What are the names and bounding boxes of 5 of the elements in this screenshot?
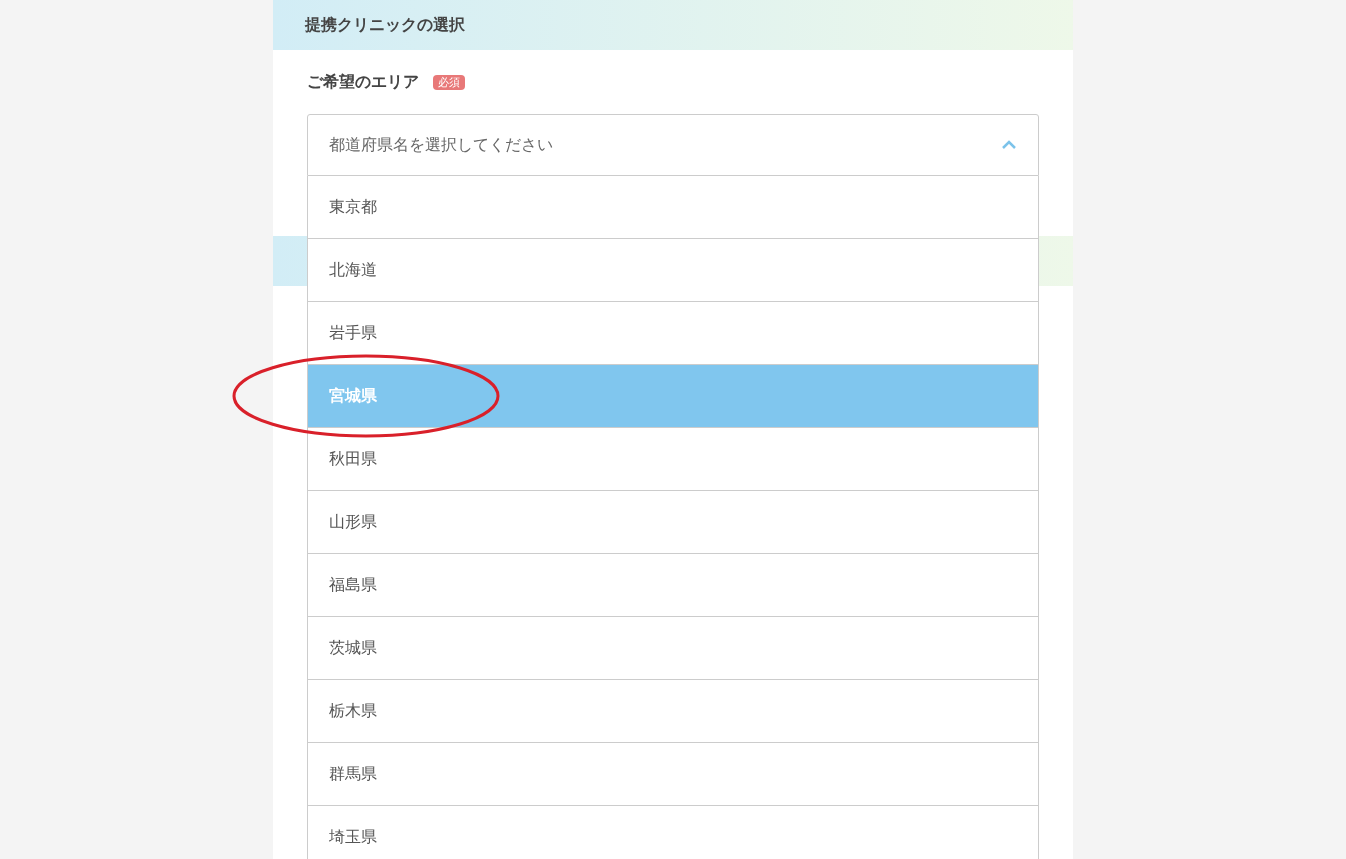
chevron-icon — [1001, 140, 1017, 150]
field-label: ご希望のエリア — [307, 71, 419, 93]
section-title: 提携クリニックの選択 — [305, 14, 465, 36]
required-badge: 必須 — [433, 74, 465, 90]
prefecture-select[interactable]: 都道府県名を選択してください — [307, 114, 1039, 176]
